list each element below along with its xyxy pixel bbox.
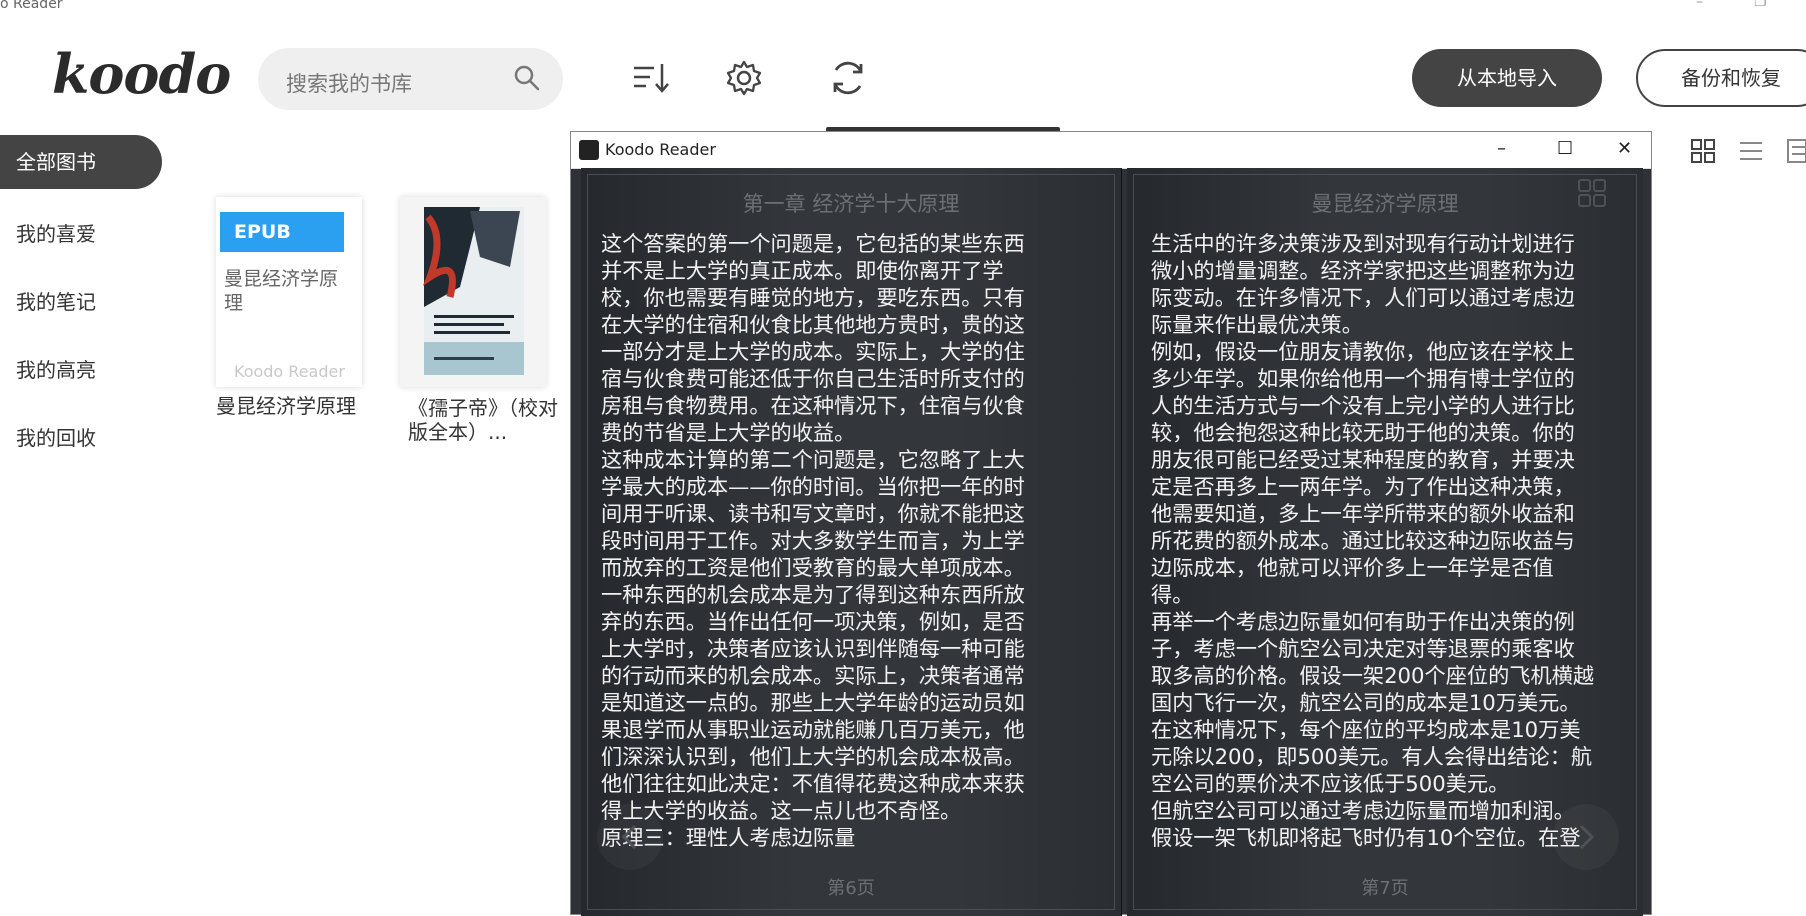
left-page: 第一章 经济学十大原理 这个答案的第一个问题是，它包括的某些东西 并不是上大学的真… [581, 168, 1122, 916]
text-line: 这个答案的第一个问题是，它包括的某些东西 [601, 231, 1025, 256]
sidebar-item-favorites[interactable]: 我的喜爱 [16, 218, 96, 247]
maximize-icon[interactable]: ☐ [1557, 138, 1573, 159]
sidebar-item-highlights[interactable]: 我的高亮 [16, 354, 96, 383]
page-text: 生活中的许多决策涉及到对现有行动计划进行 微小的增量调整。经济学家把这些调整称为边… [1151, 230, 1594, 851]
text-line: 假设一架飞机即将起飞时仍有10个空位。在登 [1151, 825, 1581, 850]
chevron-right-icon [1579, 824, 1595, 850]
page-number: 第7页 [1361, 878, 1409, 899]
text-line: 得。 [1151, 582, 1194, 607]
text-line: 是知道这一点的。那些上大学年龄的运动员如 [601, 690, 1025, 715]
search-input[interactable]: 搜索我的书库 [286, 68, 412, 98]
text-line: 果退学而从事职业运动就能赚几百万美元，他 [601, 717, 1025, 742]
text-line: 微小的增量调整。经济学家把这些调整称为边 [1151, 258, 1575, 283]
text-line: 朋友很可能已经受过某种程度的教育，并要决 [1151, 447, 1575, 472]
text-line: 人的生活方式与一个没有上完小学的人进行比 [1151, 393, 1575, 418]
reader-menu-grid-icon[interactable] [1577, 178, 1607, 208]
format-badge: EPUB [220, 212, 344, 252]
book-title[interactable]: 《孺子帝》（校对版全本）... [408, 396, 558, 444]
cover-title: 曼昆经济学原理 [224, 268, 339, 314]
text-line: 际量来作出最优决策。 [1151, 312, 1363, 337]
text-line: 空公司的票价决不应该低于500美元。 [1151, 771, 1510, 796]
sync-icon[interactable] [828, 58, 868, 98]
text-line: 段时间用于工作。对大多数学生而言，为上学 [601, 528, 1025, 553]
text-line: 得上大学的收益。这一点儿也不奇怪。 [601, 798, 962, 823]
text-line: 弃的东西。当作出任何一项决策，例如，是否 [601, 609, 1025, 634]
text-line: 元除以200，即500美元。有人会得出结论：航 [1151, 744, 1593, 769]
book-title[interactable]: 曼昆经济学原理 [216, 394, 356, 418]
text-line: 国内飞行一次，航空公司的成本是10万美元。 [1151, 690, 1581, 715]
text-line: 际变动。在许多情况下，人们可以通过考虑边 [1151, 285, 1575, 310]
text-line: 而放弃的工资是他们受教育的最大单项成本。 [601, 555, 1025, 580]
text-line: 费的节省是上大学的收益。 [601, 420, 856, 445]
text-line: 宿与伙食费可能还低于你自己生活时所支付的 [601, 366, 1025, 391]
app-icon [579, 140, 599, 160]
book-card[interactable]: EPUB 曼昆经济学原理 Koodo Reader [216, 197, 362, 387]
chapter-header: 第一章 经济学十大原理 [742, 192, 960, 216]
text-line: 一种东西的机会成本是为了得到这种东西所放 [601, 582, 1025, 607]
text-line: 所花费的额外成本。通过比较这种边际收益与 [1151, 528, 1575, 553]
text-line: 学最大的成本——你的时间。当你把一年的时 [601, 474, 1025, 499]
text-line: 上大学时，决策者应该认识到伴随每一种可能 [601, 636, 1025, 661]
right-page: 曼昆经济学原理 生活中的许多决策涉及到对现有行动计划进行 微小的增量调整。经济学家… [1127, 168, 1643, 916]
import-local-button[interactable]: 从本地导入 [1412, 49, 1602, 107]
text-line: 这种成本计算的第二个问题是，它忽略了上大 [601, 447, 1025, 472]
book-cover-image [400, 197, 546, 387]
close-icon[interactable]: ✕ [1617, 138, 1632, 159]
text-line: 在大学的住宿和伙食比其他地方贵时，贵的这 [601, 312, 1025, 337]
text-line: 一部分才是上大学的成本。实际上，大学的住 [601, 339, 1025, 364]
reader-window-title: Koodo Reader [605, 140, 716, 159]
detail-view-icon[interactable] [1786, 138, 1806, 164]
text-line: 们深深认识到，他们上大学的机会成本极高。 [601, 744, 1025, 769]
settings-gear-icon[interactable] [724, 58, 764, 98]
restore-window-icon[interactable]: ❐ [1754, 0, 1767, 10]
text-line: 较，他会抱怨这种比较无助于他的决策。你的 [1151, 420, 1575, 445]
minimize-window-icon[interactable]: – [1696, 0, 1703, 10]
reader-titlebar: Koodo Reader – ☐ ✕ [571, 132, 1651, 169]
book-header: 曼昆经济学原理 [1311, 192, 1459, 216]
text-line: 并不是上大学的真正成本。即使你离开了学 [601, 258, 1004, 283]
next-page-button[interactable] [1553, 804, 1619, 870]
window-title: o Reader [0, 0, 63, 12]
page-number: 第6页 [827, 878, 875, 899]
text-line: 多少年学。如果你给他用一个拥有博士学位的 [1151, 366, 1575, 391]
text-line: 的行动而来的机会成本。实际上，决策者通常 [601, 663, 1025, 688]
grid-view-icon[interactable] [1690, 138, 1716, 164]
page-text: 这个答案的第一个问题是，它包括的某些东西 并不是上大学的真正成本。即使你离开了学校… [601, 230, 1025, 851]
text-line: 例如，假设一位朋友请教你，他应该在学校上 [1151, 339, 1575, 364]
sidebar-item-trash[interactable]: 我的回收 [16, 422, 96, 451]
text-line: 他们往往如此决定：不值得花费这种成本来获 [601, 771, 1025, 796]
text-line: 原理三：理性人考虑边际量 [601, 825, 856, 850]
backup-restore-button[interactable]: 备份和恢复 [1636, 49, 1806, 107]
book-card[interactable] [400, 197, 546, 387]
list-view-icon[interactable] [1738, 138, 1764, 164]
text-line: 校，你也需要有睡觉的地方，要吃东西。只有 [601, 285, 1025, 310]
sidebar-item-notes[interactable]: 我的笔记 [16, 286, 96, 315]
sidebar-item-all-books[interactable]: 全部图书 [0, 135, 162, 189]
text-line: 子，考虑一个航空公司决定对等退票的乘客收 [1151, 636, 1575, 661]
chevron-left-icon [621, 824, 637, 850]
text-line: 房租与食物费用。在这种情况下，住宿与伙食 [601, 393, 1025, 418]
text-line: 间用于听课、读书和写文章时，你就不能把这 [601, 501, 1025, 526]
text-line: 定是否再多上一两年学。为了作出这种决策， [1151, 474, 1575, 499]
text-line: 但航空公司可以通过考虑边际量而增加利润。 [1151, 798, 1575, 823]
text-line: 生活中的许多决策涉及到对现有行动计划进行 [1151, 231, 1575, 256]
text-line: 取多高的价格。假设一架200个座位的飞机横越 [1151, 663, 1595, 688]
search-icon[interactable] [513, 64, 541, 92]
prev-page-button[interactable] [597, 804, 663, 870]
search-box[interactable]: 搜索我的书库 [258, 48, 563, 110]
reader-window: Koodo Reader – ☐ ✕ 第一章 经济学十大原理 这个答案的第一个问… [570, 131, 1652, 916]
text-line: 再举一个考虑边际量如何有助于作出决策的例 [1151, 609, 1575, 634]
text-line: 他需要知道，多上一年学所带来的额外收益和 [1151, 501, 1575, 526]
text-line: 边际成本，他就可以评价多上一年学是否值 [1151, 555, 1554, 580]
minimize-icon[interactable]: – [1497, 138, 1506, 159]
text-line: 在这种情况下，每个座位的平均成本是10万美 [1151, 717, 1581, 742]
app-logo: koodo [52, 42, 231, 106]
cover-footer: Koodo Reader [234, 362, 345, 381]
sort-icon[interactable] [630, 58, 670, 98]
